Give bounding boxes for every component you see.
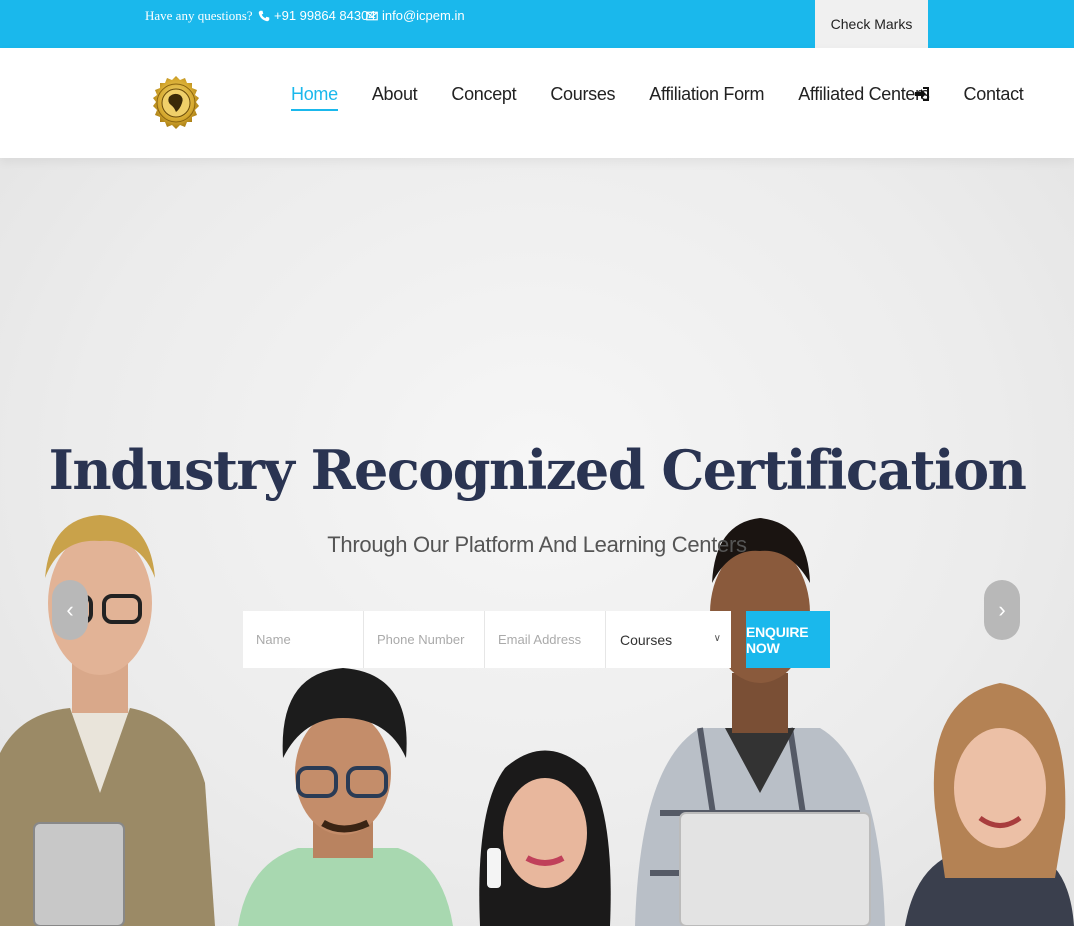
carousel-prev-button[interactable]: ‹ (52, 580, 88, 640)
phone-icon (258, 10, 270, 21)
email-address: info@icpem.in (382, 8, 465, 23)
enquiry-form: Courses ∨ (243, 611, 731, 668)
nav-courses[interactable]: Courses (550, 84, 615, 111)
check-marks-button[interactable]: Check Marks (815, 0, 928, 48)
chevron-down-icon: ∨ (713, 633, 721, 644)
contact-question: Have any questions? (145, 8, 253, 23)
primary-nav: Home About Concept Courses Affiliation F… (291, 84, 1057, 111)
hero-subtitle: Through Our Platform And Learning Center… (327, 532, 747, 557)
smiling-woman-image (905, 683, 1074, 926)
nav-contact[interactable]: Contact (964, 84, 1024, 111)
enquire-now-button[interactable]: ENQUIRE NOW (746, 611, 830, 668)
nav-about[interactable]: About (372, 84, 418, 111)
site-logo[interactable] (144, 62, 208, 154)
courses-select[interactable]: Courses ∨ (606, 611, 731, 668)
nav-affiliation-form[interactable]: Affiliation Form (649, 84, 764, 111)
top-bar: Have any questions? +91 99864 84304 info… (0, 0, 1074, 48)
nav-affiliated-centers[interactable]: Affiliated Centers (798, 84, 930, 111)
chevron-left-icon: ‹ (66, 597, 74, 622)
carousel-next-button[interactable]: › (984, 580, 1020, 640)
email-contact[interactable]: info@icpem.in (366, 8, 465, 23)
email-input[interactable] (485, 611, 606, 668)
phone-contact[interactable]: +91 99864 84304 (258, 8, 376, 23)
sign-in-icon[interactable] (914, 86, 930, 102)
envelope-icon (366, 11, 378, 20)
person-with-turban-image (238, 668, 453, 926)
hero-title: Industry Recognized Certification (48, 438, 1027, 502)
nav-concept[interactable]: Concept (451, 84, 516, 111)
chevron-right-icon: › (998, 597, 1006, 622)
seal-logo-icon (153, 76, 199, 129)
man-with-laptop-image (635, 518, 885, 926)
phone-input[interactable] (364, 611, 485, 668)
main-navbar: Home About Concept Courses Affiliation F… (0, 48, 1074, 158)
hero-banner: Industry Recognized Certification Throug… (0, 158, 1074, 926)
woman-on-phone-image (479, 750, 611, 926)
name-input[interactable] (243, 611, 364, 668)
nav-home[interactable]: Home (291, 84, 338, 111)
phone-number: +91 99864 84304 (274, 8, 376, 23)
courses-select-value: Courses (620, 631, 673, 648)
